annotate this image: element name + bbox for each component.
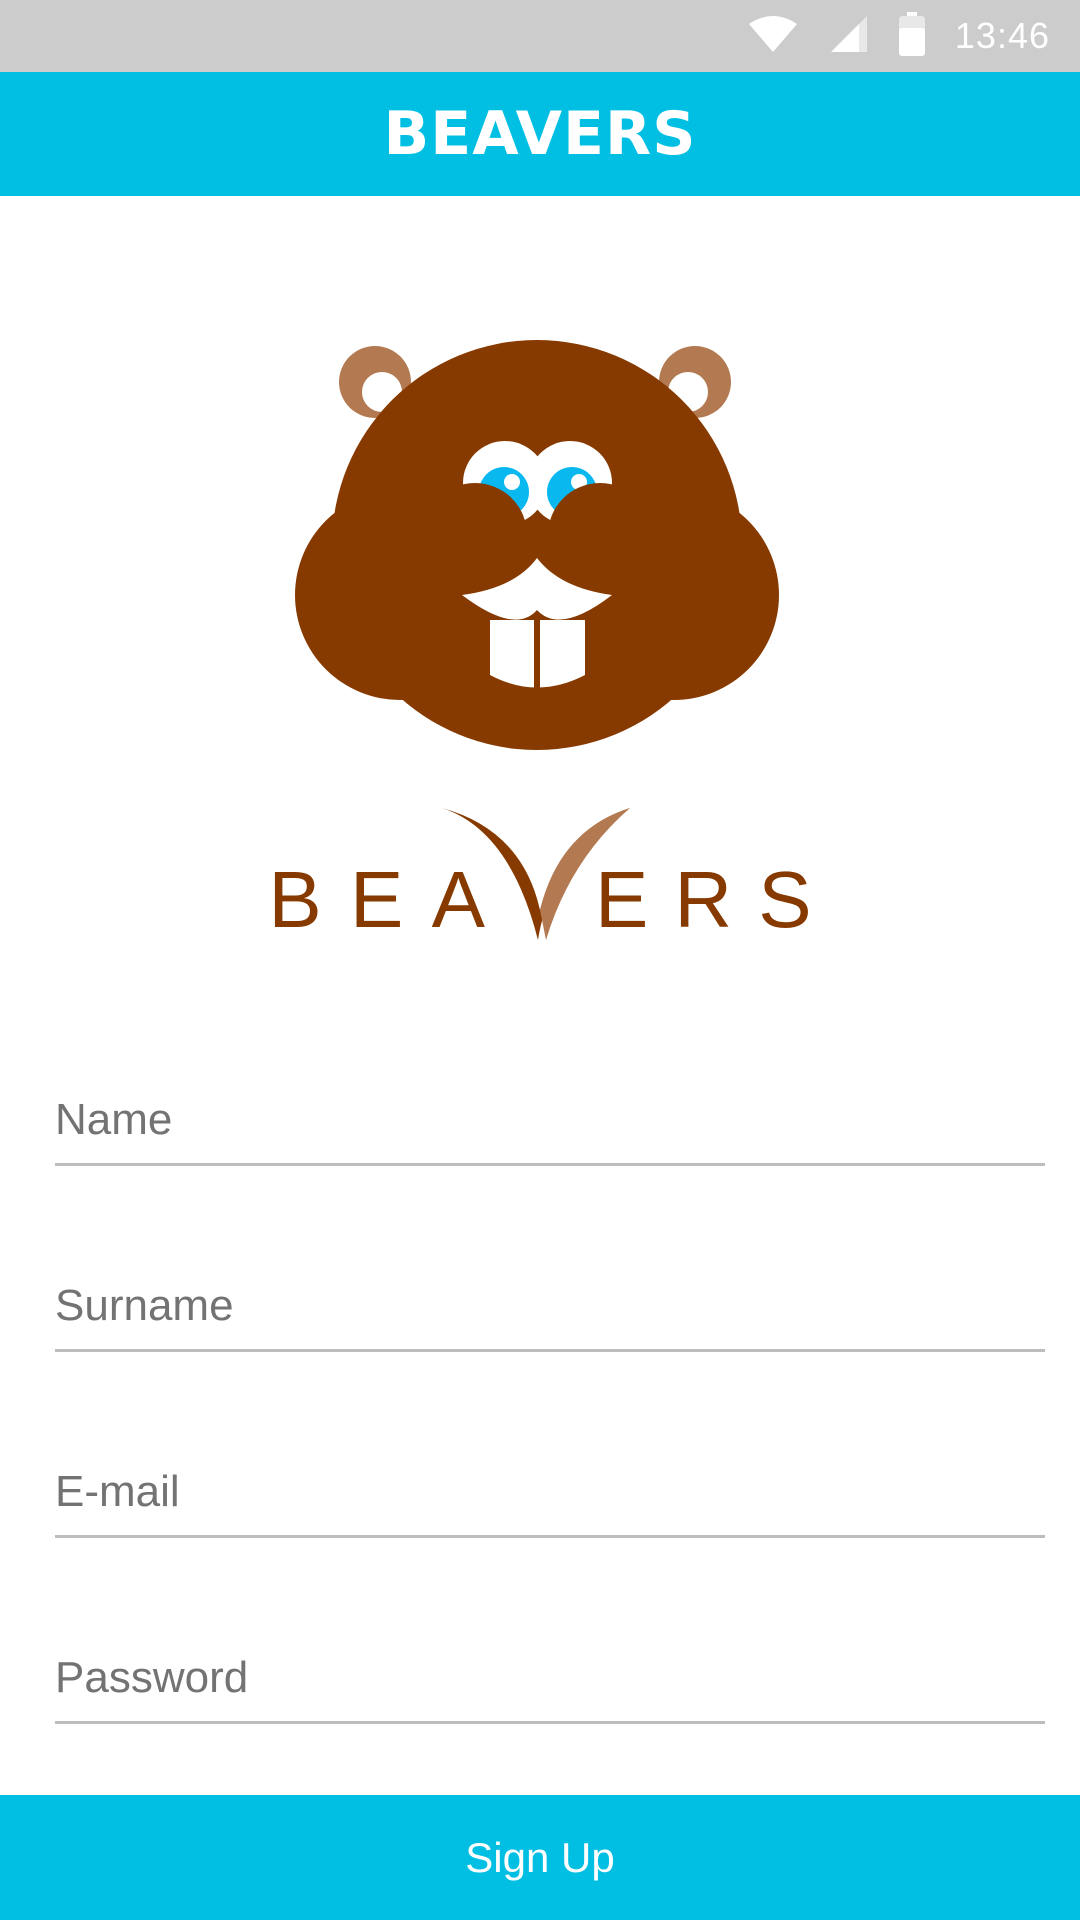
name-input[interactable] (55, 1095, 1045, 1145)
password-field[interactable] (55, 1641, 1045, 1724)
wifi-icon (747, 14, 799, 59)
wordmark-letter-a: A (431, 855, 485, 944)
password-input[interactable] (55, 1653, 1045, 1703)
name-field[interactable] (55, 1083, 1045, 1166)
app-title: BEAVERS (383, 99, 697, 169)
surname-field[interactable] (55, 1269, 1045, 1352)
email-input[interactable] (55, 1467, 1045, 1517)
status-time: 13:46 (954, 15, 1050, 56)
wordmark-letter-b: B (268, 855, 322, 944)
wordmark-letter-s: S (758, 855, 812, 944)
wordmark-letter-e2: E (594, 855, 649, 944)
cell-signal-icon (829, 14, 869, 59)
email-field[interactable] (55, 1455, 1045, 1538)
surname-input[interactable] (55, 1281, 1045, 1331)
beaver-logo: B E A E R S (260, 330, 820, 950)
battery-icon (898, 11, 925, 61)
wordmark-letter-e: E (349, 855, 404, 944)
sign-up-button[interactable]: Sign Up (0, 1795, 1080, 1920)
status-bar: 13:46 (0, 0, 1080, 72)
wordmark: B E A E R S (260, 830, 820, 940)
app-bar: BEAVERS (0, 72, 1080, 196)
status-icons: 13:46 (747, 0, 1050, 72)
beaver-mascot-icon (260, 340, 820, 830)
wordmark-letter-r: R (674, 855, 733, 944)
